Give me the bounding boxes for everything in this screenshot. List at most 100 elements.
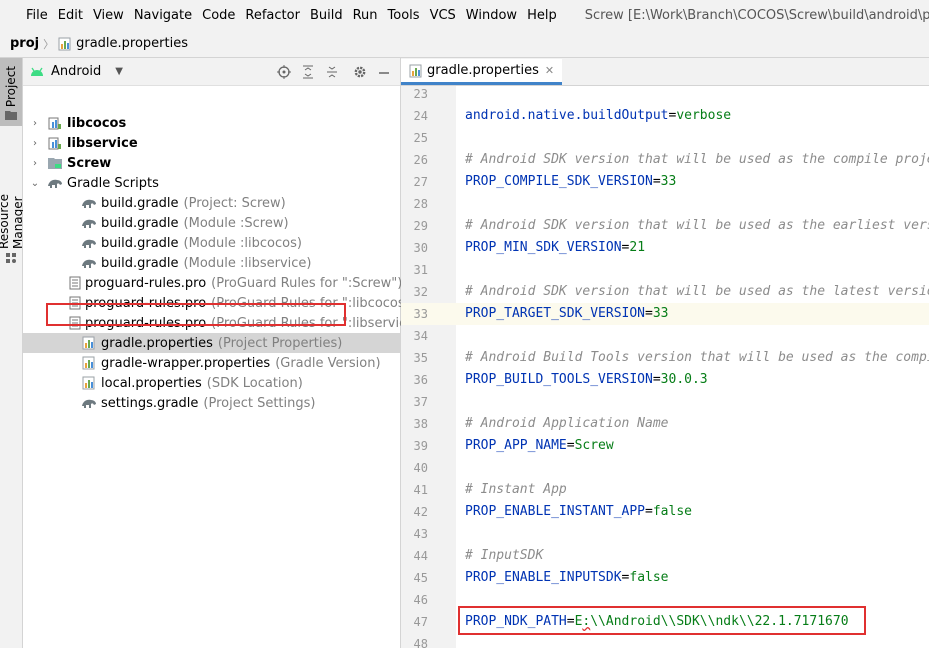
menu-edit[interactable]: Edit	[54, 8, 87, 23]
properties-file-icon	[81, 335, 97, 351]
expand-arrow-icon[interactable]: ⌄	[29, 178, 41, 189]
tree-item[interactable]: gradle.properties (Project Properties)	[23, 333, 400, 353]
menu-code[interactable]: Code	[198, 8, 239, 23]
code-line[interactable]	[456, 457, 929, 479]
code-line[interactable]	[456, 633, 929, 648]
tree-item-hint: (SDK Location)	[206, 375, 303, 391]
minimize-icon[interactable]	[376, 64, 392, 80]
line-number: 48	[413, 637, 428, 651]
property-key: PROP_ENABLE_INPUTSDK	[465, 570, 622, 585]
tree-item[interactable]: › libcocos	[23, 113, 400, 133]
code-line[interactable]: PROP_ENABLE_INPUTSDK=false	[456, 567, 929, 589]
code-line[interactable]: # Android SDK version that will be used …	[456, 215, 929, 237]
tree-item[interactable]: settings.gradle (Project Settings)	[23, 393, 400, 413]
tree-item-label: gradle.properties	[101, 335, 213, 351]
code-area[interactable]: android.native.buildOutput=verbose # Andr…	[456, 86, 929, 648]
expand-arrow-icon[interactable]: ›	[29, 158, 41, 169]
code-line[interactable]	[456, 325, 929, 347]
line-number: 36	[413, 373, 428, 387]
menu-refactor[interactable]: Refactor	[241, 8, 304, 23]
expand-arrow-icon[interactable]: ›	[29, 118, 41, 129]
code-line[interactable]: # Instant App	[456, 479, 929, 501]
menu-window[interactable]: Window	[462, 8, 521, 23]
code-comment: # InputSDK	[465, 548, 544, 563]
chevron-right-icon: 〉	[43, 37, 55, 51]
expand-all-icon[interactable]	[300, 64, 316, 80]
menu-tools[interactable]: Tools	[384, 8, 424, 23]
property-key: PROP_TARGET_SDK_VERSION	[465, 306, 646, 321]
equals-sign: =	[645, 306, 653, 321]
code-line[interactable]: PROP_ENABLE_INSTANT_APP=false	[456, 501, 929, 523]
property-key: PROP_MIN_SDK_VERSION	[465, 240, 622, 255]
line-number: 26	[413, 153, 428, 167]
tree-item-label: libservice	[67, 135, 138, 151]
locate-icon[interactable]	[276, 64, 292, 80]
code-line[interactable]: # InputSDK	[456, 545, 929, 567]
tree-item[interactable]: local.properties (SDK Location)	[23, 373, 400, 393]
property-key: PROP_ENABLE_INSTANT_APP	[465, 504, 646, 519]
code-line[interactable]	[456, 193, 929, 215]
code-comment: # Android SDK version that will be used …	[465, 284, 929, 299]
tab-gradle-properties[interactable]: gradle.properties ✕	[401, 59, 563, 85]
code-line[interactable]: # Android Application Name	[456, 413, 929, 435]
menu-navigate[interactable]: Navigate	[130, 8, 196, 23]
properties-file-icon	[409, 64, 422, 77]
code-line[interactable]: PROP_TARGET_SDK_VERSION=33	[456, 303, 929, 325]
menu-run[interactable]: Run	[349, 8, 382, 23]
code-line[interactable]	[456, 259, 929, 281]
menu-help[interactable]: Help	[523, 8, 561, 23]
tree-item[interactable]: build.gradle (Module :Screw)	[23, 213, 400, 233]
menu-build[interactable]: Build	[306, 8, 347, 23]
menu-file[interactable]: File	[22, 8, 52, 23]
tree-item[interactable]: build.gradle (Module :libcocos)	[23, 233, 400, 253]
code-line[interactable]: PROP_APP_NAME=Screw	[456, 435, 929, 457]
code-line[interactable]	[456, 523, 929, 545]
code-highlight-box	[458, 606, 866, 635]
code-line[interactable]: PROP_BUILD_TOOLS_VERSION=30.0.3	[456, 369, 929, 391]
property-value: Screw	[574, 438, 614, 453]
code-line[interactable]: PROP_MIN_SDK_VERSION=21	[456, 237, 929, 259]
property-key: android.native.buildOutput	[465, 108, 669, 123]
tree-item[interactable]: proguard-rules.pro (ProGuard Rules for ":…	[23, 273, 402, 293]
line-number: 30	[413, 241, 428, 255]
code-line[interactable]: # Android SDK version that will be used …	[456, 149, 929, 171]
tree-item[interactable]: › Screw	[23, 153, 400, 173]
line-number: 29	[413, 219, 428, 233]
code-line[interactable]	[456, 391, 929, 413]
line-number: 37	[413, 395, 428, 409]
tree-item[interactable]: ⌄ Gradle Scripts	[23, 173, 400, 193]
breadcrumb-root[interactable]: proj	[10, 36, 39, 51]
collapse-all-icon[interactable]	[324, 64, 340, 80]
tree-item[interactable]: › libservice	[23, 133, 400, 153]
equals-sign: =	[566, 438, 575, 453]
close-icon[interactable]: ✕	[545, 64, 554, 77]
tree-item[interactable]: build.gradle (Project: Screw)	[23, 193, 400, 213]
code-line[interactable]	[456, 127, 929, 149]
breadcrumb-file[interactable]: gradle.properties	[58, 36, 188, 51]
line-number: 35	[413, 351, 428, 365]
code-comment: # Android Build Tools version that will …	[465, 350, 929, 365]
tree-item[interactable]: build.gradle (Module :libservice)	[23, 253, 400, 273]
expand-arrow-icon[interactable]: ›	[29, 138, 41, 149]
tree-item-label: build.gradle	[101, 195, 179, 211]
line-number: 46	[413, 593, 428, 607]
code-line[interactable]: # Android SDK version that will be used …	[456, 281, 929, 303]
tree-item[interactable]: gradle-wrapper.properties (Gradle Version…	[23, 353, 400, 373]
stripe-tab-project[interactable]: Project	[0, 58, 22, 126]
line-number: 28	[413, 197, 428, 211]
gear-icon[interactable]	[352, 64, 368, 80]
view-selector[interactable]: Android ▼	[29, 64, 123, 79]
line-number: 45	[413, 571, 428, 585]
tree-item-hint: (Module :Screw)	[183, 215, 289, 231]
code-line[interactable]: android.native.buildOutput=verbose	[456, 105, 929, 127]
menu-vcs[interactable]: VCS	[426, 8, 460, 23]
tree-item-label: settings.gradle	[101, 395, 199, 411]
code-line[interactable]: # Android Build Tools version that will …	[456, 347, 929, 369]
equals-sign: =	[652, 372, 661, 387]
code-line[interactable]	[456, 86, 929, 105]
code-line[interactable]: PROP_COMPILE_SDK_VERSION=33	[456, 171, 929, 193]
menu-view[interactable]: View	[89, 8, 128, 23]
stripe-tab-resource-manager[interactable]: Resource Manager	[0, 138, 25, 268]
editor-tab-bar: gradle.properties ✕	[401, 58, 929, 86]
tree-item-label: proguard-rules.pro	[85, 275, 207, 291]
